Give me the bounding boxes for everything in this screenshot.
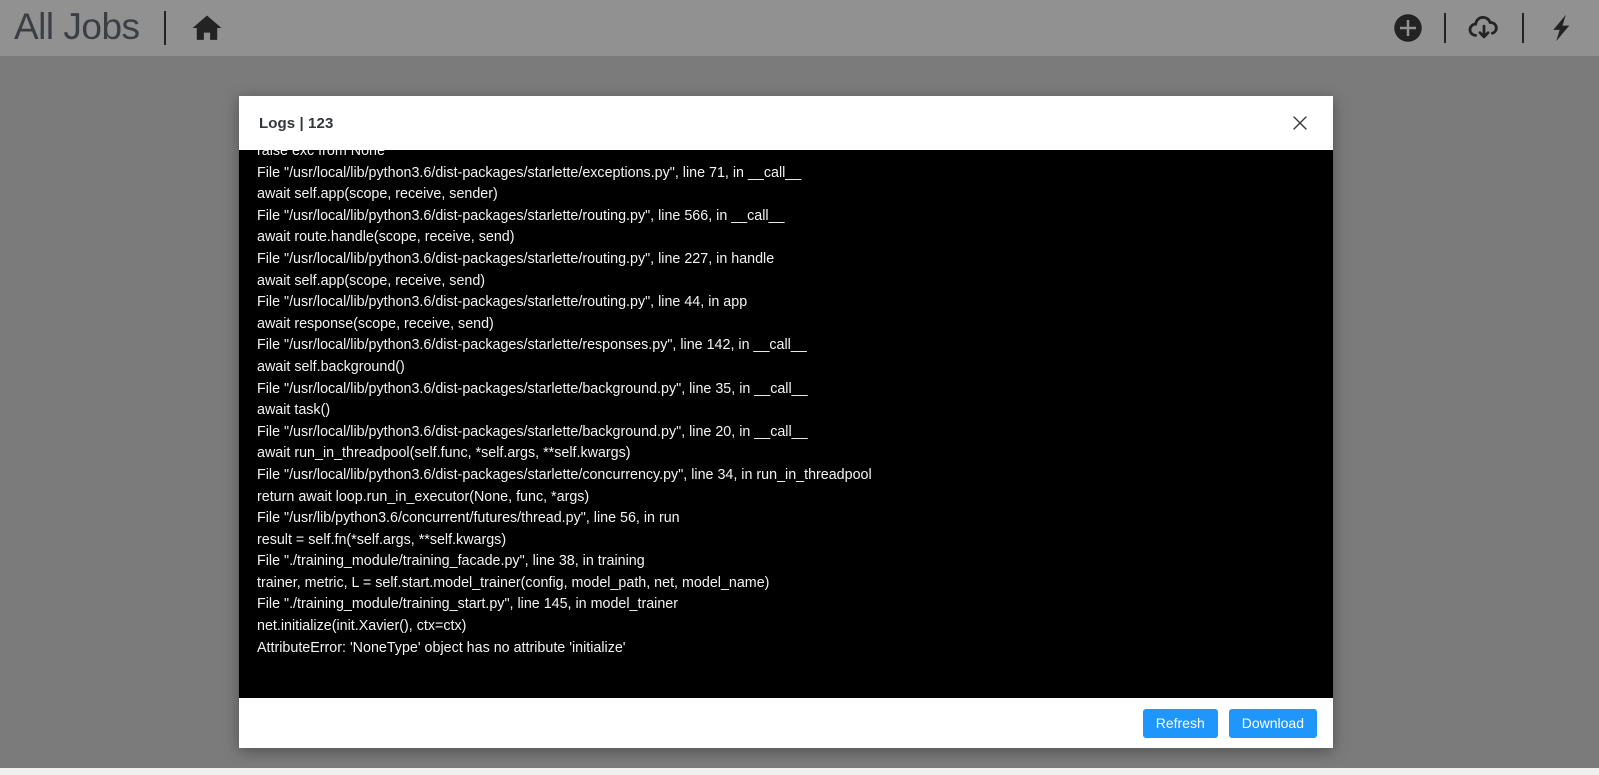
log-line: AttributeError: 'NoneType' object has no… xyxy=(257,639,626,656)
refresh-button[interactable]: Refresh xyxy=(1142,708,1218,738)
title-divider xyxy=(163,11,166,45)
log-line: File "/usr/local/lib/python3.6/dist-pack… xyxy=(257,164,802,181)
log-line: await self.background() xyxy=(257,358,405,375)
log-line: await route.handle(scope, receive, send) xyxy=(257,229,515,246)
log-line: File "./training_module/training_start.p… xyxy=(257,596,679,613)
toolbar-divider-1 xyxy=(1444,13,1446,43)
log-line: trainer, metric, L = self.start.model_tr… xyxy=(257,574,770,591)
log-line: File "/usr/lib/python3.6/concurrent/futu… xyxy=(257,510,680,527)
download-button[interactable]: Download xyxy=(1228,708,1317,738)
logs-modal: Logs | 123 raise exc from None File "/usr… xyxy=(239,96,1333,748)
page-title: All Jobs xyxy=(14,5,140,47)
cloud-download-icon[interactable] xyxy=(1467,11,1501,45)
log-scroll-area[interactable]: raise exc from None File "/usr/local/lib/… xyxy=(239,150,1333,698)
log-console: raise exc from None File "/usr/local/lib/… xyxy=(239,150,1333,698)
close-icon[interactable] xyxy=(1289,112,1311,134)
lightning-bolt-icon[interactable] xyxy=(1545,12,1577,44)
log-line: File "/usr/local/lib/python3.6/dist-pack… xyxy=(257,294,748,311)
log-line: await self.app(scope, receive, send) xyxy=(257,272,486,289)
log-line: await task() xyxy=(257,402,331,419)
log-line: result = self.fn(*self.args, **self.kwar… xyxy=(257,531,507,548)
log-line: File "/usr/local/lib/python3.6/dist-pack… xyxy=(257,423,808,440)
top-bar-left-group: All Jobs xyxy=(14,8,224,49)
log-line: return await loop.run_in_executor(None, … xyxy=(257,488,590,505)
modal-footer: Refresh Download xyxy=(239,698,1333,748)
log-line: File "/usr/local/lib/python3.6/dist-pack… xyxy=(257,207,785,224)
log-line: await self.app(scope, receive, sender) xyxy=(257,186,498,203)
log-line: File "./training_module/training_facade.… xyxy=(257,553,645,570)
log-line: await run_in_threadpool(self.func, *self… xyxy=(257,445,631,462)
modal-title: Logs | 123 xyxy=(259,114,334,132)
log-line: File "/usr/local/lib/python3.6/dist-pack… xyxy=(257,250,775,267)
top-bar: All Jobs xyxy=(0,0,1599,56)
log-line: await response(scope, receive, send) xyxy=(257,315,494,332)
log-line: File "/usr/local/lib/python3.6/dist-pack… xyxy=(257,380,808,397)
home-icon[interactable] xyxy=(190,11,224,45)
add-circle-icon[interactable] xyxy=(1393,13,1423,43)
top-bar-right-group xyxy=(1393,11,1577,45)
log-line: net.initialize(init.Xavier(), ctx=ctx) xyxy=(257,618,467,635)
log-line: File "/usr/local/lib/python3.6/dist-pack… xyxy=(257,337,807,354)
toolbar-divider-2 xyxy=(1522,13,1524,43)
log-line: raise exc from None xyxy=(257,150,385,159)
modal-header: Logs | 123 xyxy=(239,96,1333,150)
log-line: File "/usr/local/lib/python3.6/dist-pack… xyxy=(257,466,872,483)
